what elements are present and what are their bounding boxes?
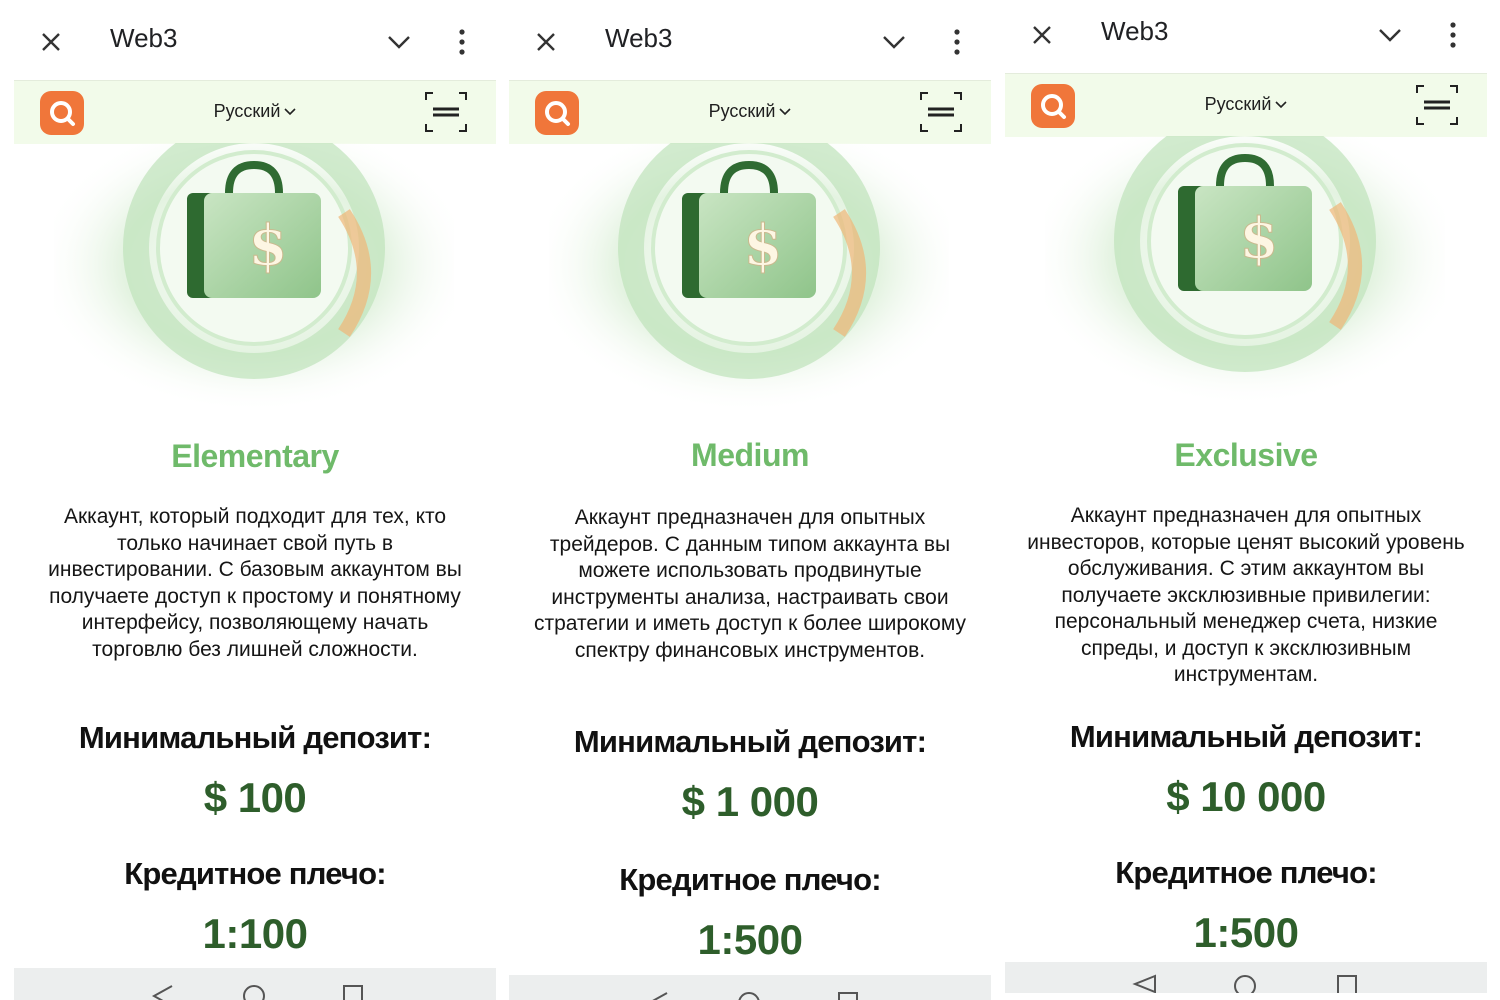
qr-scan-icon[interactable] xyxy=(424,91,468,133)
tier-name: Elementary xyxy=(171,438,339,474)
close-icon[interactable] xyxy=(36,24,66,60)
leverage-value: 1:500 xyxy=(1193,909,1299,956)
home-icon[interactable] xyxy=(1234,975,1256,993)
more-vert-icon[interactable] xyxy=(452,26,472,60)
site-header: Русский xyxy=(509,80,991,144)
recents-icon[interactable] xyxy=(1337,975,1357,993)
screen-exclusive: Web3 Русский $ Exclusive Аккаунт предназ… xyxy=(1005,0,1487,993)
language-label: Русский xyxy=(1204,94,1272,114)
leverage-value: 1:100 xyxy=(202,910,308,957)
language-label: Русский xyxy=(213,101,281,121)
deposit-value: $ 10 000 xyxy=(1166,773,1326,820)
briefcase-illustration: $ xyxy=(549,143,949,413)
briefcase-illustration: $ xyxy=(54,143,454,413)
home-icon[interactable] xyxy=(243,985,265,1000)
deposit-value: $ 1 000 xyxy=(681,778,819,825)
briefcase-illustration: $ xyxy=(1045,136,1445,406)
back-icon[interactable] xyxy=(1132,974,1156,993)
leverage-label: Кредитное плечо: xyxy=(1115,855,1377,890)
deposit-label: Минимальный депозит: xyxy=(1069,719,1423,754)
browser-title: Web3 xyxy=(1101,16,1169,46)
svg-text:$: $ xyxy=(1240,206,1279,272)
tier-name: Medium xyxy=(691,437,809,473)
close-icon[interactable] xyxy=(1027,17,1057,53)
deposit-label: Минимальный депозит: xyxy=(78,720,432,755)
more-vert-icon[interactable] xyxy=(1443,19,1463,53)
tier-description: Аккаунт предназначен для опытных инвесто… xyxy=(1027,504,1465,686)
leverage-label: Кредитное плечо: xyxy=(619,862,881,897)
language-label: Русский xyxy=(708,101,776,121)
recents-icon[interactable] xyxy=(343,985,363,1000)
close-icon[interactable] xyxy=(531,24,561,60)
chevron-down-icon[interactable] xyxy=(879,30,909,54)
back-icon[interactable] xyxy=(151,985,173,1000)
svg-text:$: $ xyxy=(744,213,783,279)
system-nav-bar xyxy=(14,968,496,1000)
browser-title: Web3 xyxy=(110,23,178,53)
browser-toolbar: Web3 xyxy=(509,0,991,80)
browser-toolbar: Web3 xyxy=(1005,0,1487,73)
browser-toolbar: Web3 xyxy=(14,0,496,80)
svg-text:$: $ xyxy=(249,213,288,279)
site-header: Русский xyxy=(14,80,496,144)
browser-title: Web3 xyxy=(605,23,673,53)
qr-scan-icon[interactable] xyxy=(1415,84,1459,126)
site-header: Русский xyxy=(1005,73,1487,137)
tier-name: Exclusive xyxy=(1174,437,1318,473)
screen-elementary: Web3 Русский $ Elementary Аккаунт, котор… xyxy=(14,0,496,1000)
leverage-label: Кредитное плечо: xyxy=(124,856,386,891)
deposit-label: Минимальный депозит: xyxy=(573,724,927,759)
home-icon[interactable] xyxy=(738,992,760,1000)
chevron-down-icon xyxy=(284,108,296,116)
recents-icon[interactable] xyxy=(838,992,858,1000)
chevron-down-icon xyxy=(1275,101,1287,109)
qr-scan-icon[interactable] xyxy=(919,91,963,133)
chevron-down-icon[interactable] xyxy=(1375,23,1405,47)
tier-description: Аккаунт предназначен для опытных трейдер… xyxy=(533,506,967,662)
tier-description: Аккаунт, который подходит для тех, кто т… xyxy=(48,505,462,661)
deposit-value: $ 100 xyxy=(203,774,307,821)
more-vert-icon[interactable] xyxy=(947,26,967,60)
chevron-down-icon[interactable] xyxy=(384,30,414,54)
chevron-down-icon xyxy=(779,108,791,116)
leverage-value: 1:500 xyxy=(697,916,803,963)
system-nav-bar xyxy=(509,975,991,1000)
screen-medium: Web3 Русский $ Medium Аккаунт предназнач… xyxy=(509,0,991,1000)
system-nav-bar xyxy=(1005,962,1487,993)
back-icon[interactable] xyxy=(649,992,668,1000)
